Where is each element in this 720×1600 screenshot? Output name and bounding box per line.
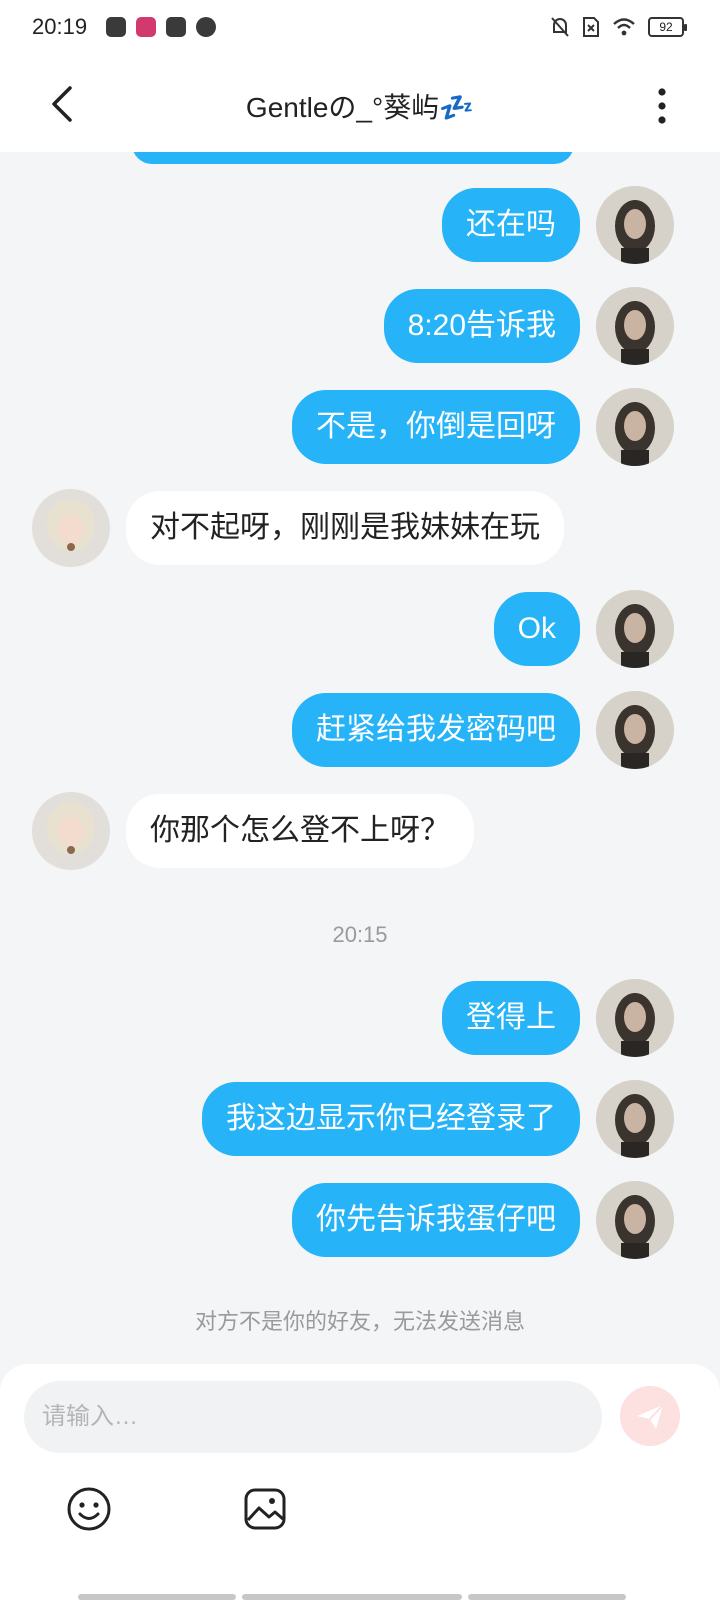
speed-icon — [196, 17, 216, 37]
message-row-me: 还在吗 — [0, 186, 720, 268]
app-icon — [136, 17, 156, 37]
my-avatar[interactable] — [596, 979, 674, 1057]
chat-header: Gentleの_°葵屿💤 — [0, 58, 720, 152]
message-bubble-me[interactable]: Ok — [493, 592, 580, 666]
message-composer — [0, 1364, 720, 1600]
message-row-me: 我这边显示你已经登录了 — [0, 1080, 720, 1162]
message-row-other: 对不起呀，刚刚是我妹妹在玩 — [0, 489, 720, 571]
contact-avatar[interactable] — [32, 792, 110, 870]
message-bubble-me[interactable]: 我这边显示你已经登录了 — [202, 1082, 580, 1156]
chat-title: Gentleの_°葵屿💤 — [245, 92, 475, 123]
mute-bell-icon — [551, 17, 569, 37]
message-bubble-other[interactable]: 对不起呀，刚刚是我妹妹在玩 — [126, 491, 564, 565]
send-icon — [637, 1404, 664, 1429]
status-bar: 20:19 92 — [0, 0, 720, 58]
notification-icons — [106, 17, 216, 37]
message-row-me: 登得上 — [0, 979, 720, 1061]
send-button[interactable] — [620, 1386, 680, 1446]
message-row-me: 8:20告诉我 — [0, 287, 720, 369]
message-bubble-partial — [132, 152, 574, 164]
my-avatar[interactable] — [596, 691, 674, 769]
system-icons: 92 — [550, 16, 687, 38]
message-row-me: 不是，你倒是回呀 — [0, 388, 720, 470]
message-bubble-me[interactable]: 8:20告诉我 — [383, 289, 580, 363]
my-avatar[interactable] — [596, 388, 674, 466]
message-bubble-me[interactable]: 你先告诉我蛋仔吧 — [292, 1183, 580, 1257]
emoji-icon — [67, 1487, 111, 1531]
not-friend-notice: 对方不是你的好友，无法发送消息 — [194, 1309, 525, 1334]
message-bubble-me[interactable]: 还在吗 — [442, 188, 580, 262]
status-time: 20:19 — [32, 14, 88, 39]
more-options-button[interactable] — [644, 84, 680, 128]
my-avatar[interactable] — [596, 287, 674, 365]
image-icon — [244, 1488, 286, 1530]
nav-indicator — [242, 1594, 462, 1600]
message-list[interactable]: 还在吗 8:20告诉我 不是，你倒是回呀 对不起呀，刚刚是我妹妹在玩 Ok 赶紧… — [0, 152, 720, 1364]
message-bubble-me[interactable]: 不是，你倒是回呀 — [292, 390, 580, 464]
app-icon — [106, 17, 126, 37]
message-row-me: 赶紧给我发密码吧 — [0, 691, 720, 773]
my-avatar[interactable] — [596, 1080, 674, 1158]
emoji-button[interactable] — [66, 1486, 112, 1532]
message-bubble-me[interactable]: 登得上 — [442, 981, 580, 1055]
my-avatar[interactable] — [596, 1181, 674, 1259]
message-timestamp: 20:15 — [332, 922, 388, 947]
message-row-me: Ok — [0, 590, 720, 672]
contact-avatar[interactable] — [32, 489, 110, 567]
battery-icon: 92 — [648, 17, 687, 37]
my-avatar[interactable] — [596, 186, 674, 264]
message-row-me: 你先告诉我蛋仔吧 — [0, 1181, 720, 1263]
nav-indicator — [78, 1594, 236, 1600]
no-sim-icon — [583, 17, 599, 37]
message-bubble-other[interactable]: 你那个怎么登不上呀？ — [126, 794, 474, 868]
message-input[interactable] — [24, 1381, 602, 1453]
my-avatar[interactable] — [596, 590, 674, 668]
message-row-other: 你那个怎么登不上呀？ — [0, 792, 720, 874]
image-button[interactable] — [242, 1486, 288, 1532]
nav-indicator — [468, 1594, 626, 1600]
mail-icon — [166, 17, 186, 37]
more-vertical-icon — [658, 88, 666, 124]
wifi-icon — [613, 18, 635, 36]
message-bubble-me[interactable]: 赶紧给我发密码吧 — [292, 693, 580, 767]
